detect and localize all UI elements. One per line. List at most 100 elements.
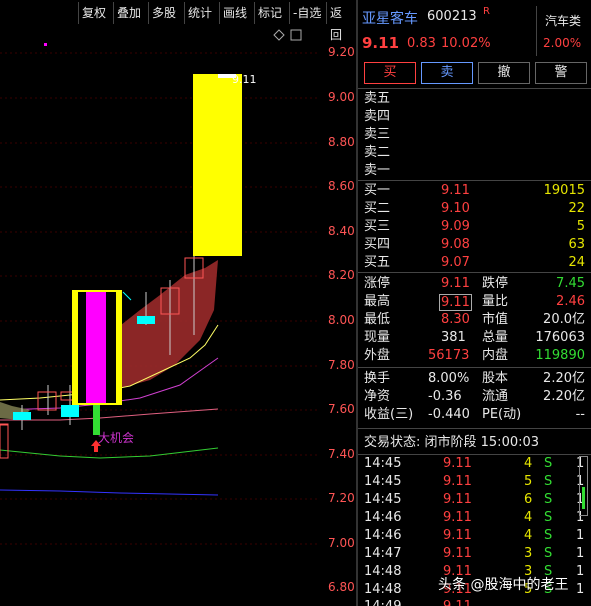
fin-row: 换手 8.00% 股本 2.20亿 xyxy=(358,370,591,388)
toolbar-draw-line-button[interactable]: 画线 xyxy=(219,2,250,24)
stat-label: 总量 xyxy=(482,330,509,345)
cancel-order-button[interactable]: 撤 xyxy=(478,62,530,84)
tick-row: 14:46 9.11 4 S 1 xyxy=(358,527,591,545)
ask-label: 卖二 xyxy=(364,145,391,160)
tick-time: 14:49 xyxy=(364,598,401,606)
signal-bar-core xyxy=(86,292,106,403)
bid-volume: 19015 xyxy=(543,183,585,198)
tick-price: 9.11 xyxy=(443,510,472,525)
stock-code: 600213 xyxy=(427,9,477,24)
sector-name: 汽车类 xyxy=(545,14,582,28)
tick-price: 9.11 xyxy=(443,474,472,489)
marker-dot xyxy=(44,43,47,46)
pe-value: -- xyxy=(575,407,585,422)
y-label: 9.00 xyxy=(328,90,355,104)
tick-row: 14:45 9.11 4 S 1 xyxy=(358,455,591,473)
tick-side: S xyxy=(544,474,553,489)
bid-row-2[interactable]: 买二 9.10 22 xyxy=(358,200,591,218)
bid-row-1[interactable]: 买一 9.11 19015 xyxy=(358,182,591,200)
current-volume-value: 381 xyxy=(441,330,466,345)
ask-label: 卖三 xyxy=(364,127,391,142)
stat-label: 现量 xyxy=(364,330,391,345)
tick-time: 14:45 xyxy=(364,456,402,471)
bid-volume: 63 xyxy=(568,237,585,252)
stat-label: 市值 xyxy=(482,312,509,327)
sector-box[interactable]: 汽车类 2.00% xyxy=(536,6,589,56)
bid-price: 9.10 xyxy=(441,201,470,216)
bid-row-5[interactable]: 买五 9.07 24 xyxy=(358,254,591,272)
stat-row: 涨停 9.11 跌停 7.45 xyxy=(358,275,591,293)
volume-ratio-value: 2.46 xyxy=(556,294,585,309)
tick-time: 14:48 xyxy=(364,564,402,579)
bid-label: 买一 xyxy=(364,183,391,198)
tick-price: 9.11 xyxy=(443,598,472,606)
stat-label: 外盘 xyxy=(364,348,391,363)
tick-price: 9.11 xyxy=(443,456,472,471)
signal-tick xyxy=(122,291,132,301)
divider xyxy=(358,272,591,273)
tick-count: 1 xyxy=(576,564,585,579)
ask-row-1[interactable]: 卖一 xyxy=(358,162,591,180)
tick-volume: 4 xyxy=(524,528,533,543)
tick-scrollbar[interactable] xyxy=(579,456,588,516)
ask-row-3[interactable]: 卖三 xyxy=(358,126,591,144)
price-change: 0.83 xyxy=(407,36,436,51)
stat-label: 换手 xyxy=(364,371,391,386)
square-icon xyxy=(290,29,302,41)
tick-volume: 3 xyxy=(524,546,533,561)
watermark: 头条 @股海中的老王 xyxy=(438,577,569,593)
quote-panel: 亚星客车 600213 R 汽车类 2.00% 9.11 0.83 10.02%… xyxy=(358,0,591,606)
rzrq-badge: R xyxy=(483,6,490,17)
tick-side: S xyxy=(544,546,553,561)
toolbar-back-button[interactable]: 返回 xyxy=(326,2,356,42)
candle-body xyxy=(137,316,155,324)
fin-row: 净资 -0.36 流通 2.20亿 xyxy=(358,388,591,406)
tick-side: S xyxy=(544,528,553,543)
bid-price: 9.09 xyxy=(441,219,470,234)
candle-body xyxy=(13,412,31,420)
divider xyxy=(358,428,591,429)
signal-label: 大机会 xyxy=(98,431,134,445)
ask-row-4[interactable]: 卖四 xyxy=(358,108,591,126)
tick-time: 14:46 xyxy=(364,528,402,543)
y-label: 7.80 xyxy=(328,358,355,372)
tick-time: 14:46 xyxy=(364,510,402,525)
bid-row-4[interactable]: 买四 9.08 63 xyxy=(358,236,591,254)
scrollbar-thumb[interactable] xyxy=(582,487,585,509)
tick-volume: 4 xyxy=(524,510,533,525)
toolbar-fuquan-button[interactable]: 复权 xyxy=(78,2,109,24)
kline-chart[interactable]: 大机会 9.11 xyxy=(0,26,356,606)
ask-row-5[interactable]: 卖五 xyxy=(358,90,591,108)
tick-volume: 6 xyxy=(524,492,533,507)
sector-change: 2.00% xyxy=(543,36,582,50)
bid-volume: 5 xyxy=(576,219,585,234)
buy-button[interactable]: 买 xyxy=(364,62,416,84)
total-volume-value: 176063 xyxy=(535,330,585,345)
tick-count: 1 xyxy=(576,528,585,543)
tick-count: 1 xyxy=(576,582,585,597)
toolbar: 复权 叠加 多股 统计 画线 标记 -自选 返回 xyxy=(0,0,356,42)
bid-row-3[interactable]: 买三 9.09 5 xyxy=(358,218,591,236)
bid-volume: 24 xyxy=(568,255,585,270)
toolbar-multi-stock-button[interactable]: 多股 xyxy=(148,2,179,24)
sell-button[interactable]: 卖 xyxy=(421,62,473,84)
stat-row: 外盘 56173 内盘 119890 xyxy=(358,347,591,365)
fin-row: 收益(三) -0.440 PE(动) -- xyxy=(358,406,591,424)
alert-button[interactable]: 警 xyxy=(535,62,587,84)
toolbar-watchlist-button[interactable]: -自选 xyxy=(289,2,324,24)
eps-value: -0.440 xyxy=(428,407,470,422)
toolbar-overlay-button[interactable]: 叠加 xyxy=(113,2,144,24)
tick-time: 14:45 xyxy=(364,474,402,489)
turnover-value: 8.00% xyxy=(428,371,470,386)
tick-time: 14:48 xyxy=(364,582,402,597)
toolbar-mark-button[interactable]: 标记 xyxy=(254,2,285,24)
tick-row: 14:47 9.11 3 S 1 xyxy=(358,545,591,563)
toolbar-stats-button[interactable]: 统计 xyxy=(184,2,215,24)
bid-label: 买二 xyxy=(364,201,391,216)
limit-up-bar xyxy=(193,74,242,256)
low-value: 8.30 xyxy=(441,312,470,327)
tick-row: 14:49 9.11 xyxy=(358,598,591,606)
market-cap-value: 20.0亿 xyxy=(543,312,585,327)
ask-label: 卖一 xyxy=(364,163,391,178)
ask-row-2[interactable]: 卖二 xyxy=(358,144,591,162)
